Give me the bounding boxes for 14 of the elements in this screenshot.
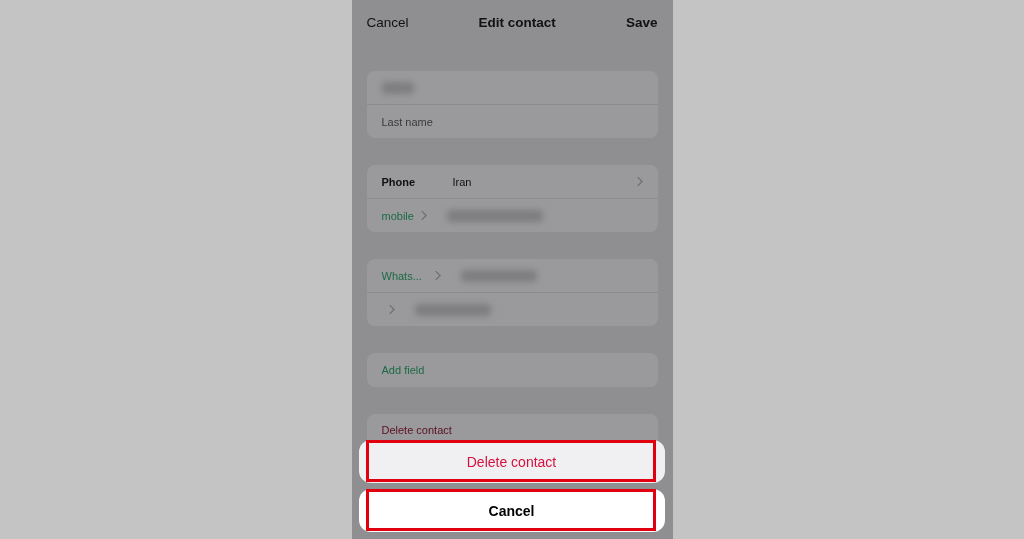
chevron-icon[interactable] bbox=[635, 176, 643, 187]
save-button[interactable]: Save bbox=[625, 14, 658, 30]
phone-label: Phone bbox=[381, 175, 417, 188]
screen-title: Edit contact bbox=[478, 14, 556, 30]
last-name-field[interactable]: Last name bbox=[381, 115, 582, 128]
chevron-icon[interactable] bbox=[419, 210, 427, 221]
delete-contact-button[interactable]: Delete contact bbox=[358, 440, 665, 483]
cancel-button[interactable]: Cancel bbox=[358, 489, 665, 532]
chevron-icon[interactable] bbox=[433, 270, 441, 281]
blurred-value bbox=[381, 81, 414, 94]
cancel-button[interactable]: Cancel bbox=[366, 14, 409, 30]
chevron-icon[interactable] bbox=[387, 304, 395, 315]
delete-contact-button[interactable]: Delete contact bbox=[381, 424, 452, 436]
country-value[interactable]: Iran bbox=[452, 175, 636, 188]
